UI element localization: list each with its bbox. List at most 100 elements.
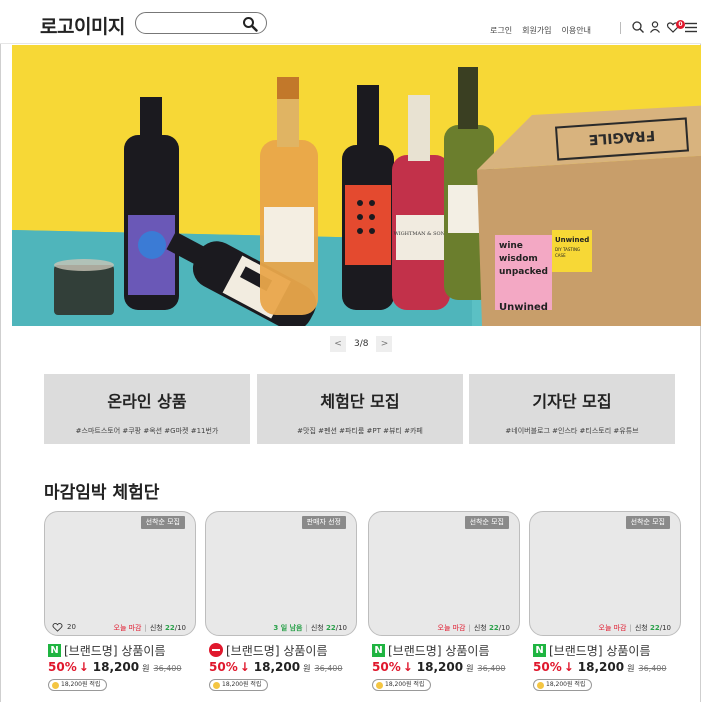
yellow-label-line1: Unwined [555,236,589,244]
like-count: 20 [67,623,76,631]
banner-next-button[interactable]: > [376,336,393,352]
guide-link[interactable]: 이용안내 [562,25,591,36]
apply-total: /10 [335,624,347,632]
product-name-row[interactable]: N [브랜드명] 상품이름 [372,642,522,658]
discount-rate: 50% [48,660,77,674]
search-icon[interactable] [242,16,258,32]
sale-price: 18,200 [577,660,625,674]
banner-image: WIGHTMAN & SONS FRAGILE wine wisdom unpa… [12,45,701,326]
user-icon[interactable] [648,20,662,34]
recruit-tag: 선착순 모집 [464,516,509,529]
coin-icon [52,681,59,689]
original-price: 36,400 [477,664,506,673]
menu-icon[interactable] [684,20,698,34]
sale-price: 18,200 [416,660,464,674]
product-name: [브랜드명] 상품이름 [64,643,166,658]
recruit-tag: 선착순 모집 [140,516,185,529]
original-price: 36,400 [153,664,182,673]
deadline-text: 3 일 남음 [273,624,303,632]
apply-count: 22 [488,624,499,632]
search-icon[interactable] [631,20,645,34]
product-name-row[interactable]: [브랜드명] 상품이름 [209,642,359,658]
product-info-bar: 3 일 남음 | 신청 22/10 [205,619,357,636]
apply-status: 오늘 마감 | 신청 22/10 [598,624,672,632]
product-thumbnail[interactable]: 판매자 선정 [205,511,357,636]
sale-price: 18,200 [92,660,140,674]
naver-n-icon: N [48,643,61,657]
product-name: [브랜드명] 상품이름 [549,643,651,658]
bottle-label: WIGHTMAN & SONS [394,231,449,237]
login-link[interactable]: 로그인 [490,25,512,36]
apply-label: 신청 [634,624,648,632]
price-unit: 원 [303,664,311,673]
product-card[interactable]: 선착순 모집 20 오늘 마감 | 신청 22/10 N [브랜드명] 상품이름 50… [44,511,198,696]
section-title: 마감임박 체험단 [44,483,160,503]
signup-link[interactable]: 회원가입 [522,25,551,36]
coin-icon [376,681,383,689]
box-bottom-label: Unwined [499,302,548,313]
apply-total: /10 [498,624,510,632]
points-badge: 18,200원 적립 [48,679,108,691]
product-thumbnail[interactable]: 선착순 모집 [44,511,196,636]
points-badge: 18,200원 적립 [209,679,269,691]
product-card[interactable]: 선착순 모집 오늘 마감 | 신청 22/10 N [브랜드명] 상품이름 50% ↓ 1… [368,511,522,696]
site-logo[interactable]: 로고이미지 [40,12,125,39]
original-price: 36,400 [314,664,343,673]
banner-prev-button[interactable]: < [330,336,346,352]
recruit-tag: 판매자 선정 [301,516,346,529]
product-thumbnail[interactable]: 선착순 모집 [529,511,681,636]
site-header: 로고이미지 로그인 회원가입 이용안내 0 [0,0,701,44]
category-title: 온라인 상품 [107,392,187,411]
apply-status: 3 일 남음 | 신청 22/10 [273,624,347,632]
apply-status: 오늘 마감 | 신청 22/10 [437,624,511,632]
apply-total: /10 [659,624,671,632]
heart-icon[interactable] [52,622,63,632]
banner-pager: < 3/8 > [330,336,393,352]
apply-count: 22 [649,624,660,632]
down-arrow-icon: ↓ [402,660,413,674]
yellow-label-line2: DIY TASTING [555,247,580,252]
product-card[interactable]: 판매자 선정 3 일 남음 | 신청 22/10 [브랜드명] 상품이름 50% ↓ 1… [205,511,359,696]
points-text: 18,200원 적립 [222,681,262,688]
category-online-products[interactable]: 온라인 상품 #스마트스토어 #쿠팡 #옥션 #G마켓 #11번가 [44,374,250,444]
category-experience-group[interactable]: 체험단 모집 #맛집 #펜션 #파티룸 #PT #뷰티 #카페 [257,374,463,444]
down-arrow-icon: ↓ [78,660,89,674]
product-name: [브랜드명] 상품이름 [388,643,490,658]
search-input[interactable] [144,15,244,31]
recruit-tag: 선착순 모집 [625,516,670,529]
points-badge: 18,200원 적립 [533,679,593,691]
down-arrow-icon: ↓ [563,660,574,674]
product-name: [브랜드명] 상품이름 [226,643,328,658]
search-bar[interactable] [135,12,267,34]
apply-total: /10 [174,624,186,632]
sale-price: 18,200 [253,660,301,674]
category-tags: #맛집 #펜션 #파티룸 #PT #뷰티 #카페 [297,427,423,435]
product-card[interactable]: 선착순 모집 오늘 마감 | 신청 22/10 N [브랜드명] 상품이름 50% ↓ 1… [529,511,683,696]
product-thumbnail[interactable]: 선착순 모집 [368,511,520,636]
price-row: 50% ↓ 18,200 원 36,400 [209,660,342,674]
banner-page-indicator: 3/8 [354,339,369,349]
hero-banner[interactable]: WIGHTMAN & SONS FRAGILE wine wisdom unpa… [12,45,701,326]
price-unit: 원 [142,664,150,673]
category-reporter-group[interactable]: 기자단 모집 #네이버블로그 #인스타 #티스토리 #유튜브 [469,374,675,444]
nav-divider [620,22,621,34]
points-text: 18,200원 적립 [61,681,101,688]
coin-icon [213,681,220,689]
top-nav: 로그인 회원가입 이용안내 [490,25,591,36]
price-row: 50% ↓ 18,200 원 36,400 [48,660,181,674]
pink-label-line2: wisdom [499,254,538,264]
points-text: 18,200원 적립 [546,681,586,688]
price-row: 50% ↓ 18,200 원 36,400 [533,660,666,674]
discount-rate: 50% [372,660,401,674]
category-tags: #네이버블로그 #인스타 #티스토리 #유튜브 [505,427,639,435]
points-badge: 18,200원 적립 [372,679,432,691]
naver-n-icon: N [533,643,546,657]
product-name-row[interactable]: N [브랜드명] 상품이름 [533,642,683,658]
product-info-bar: 오늘 마감 | 신청 22/10 [529,619,681,636]
product-name-row[interactable]: N [브랜드명] 상품이름 [48,642,198,658]
deadline-text: 오늘 마감 [598,624,627,632]
category-title: 체험단 모집 [320,392,400,411]
yellow-label-line3: CASE [555,253,566,258]
naver-n-icon: N [372,643,385,657]
down-arrow-icon: ↓ [239,660,250,674]
